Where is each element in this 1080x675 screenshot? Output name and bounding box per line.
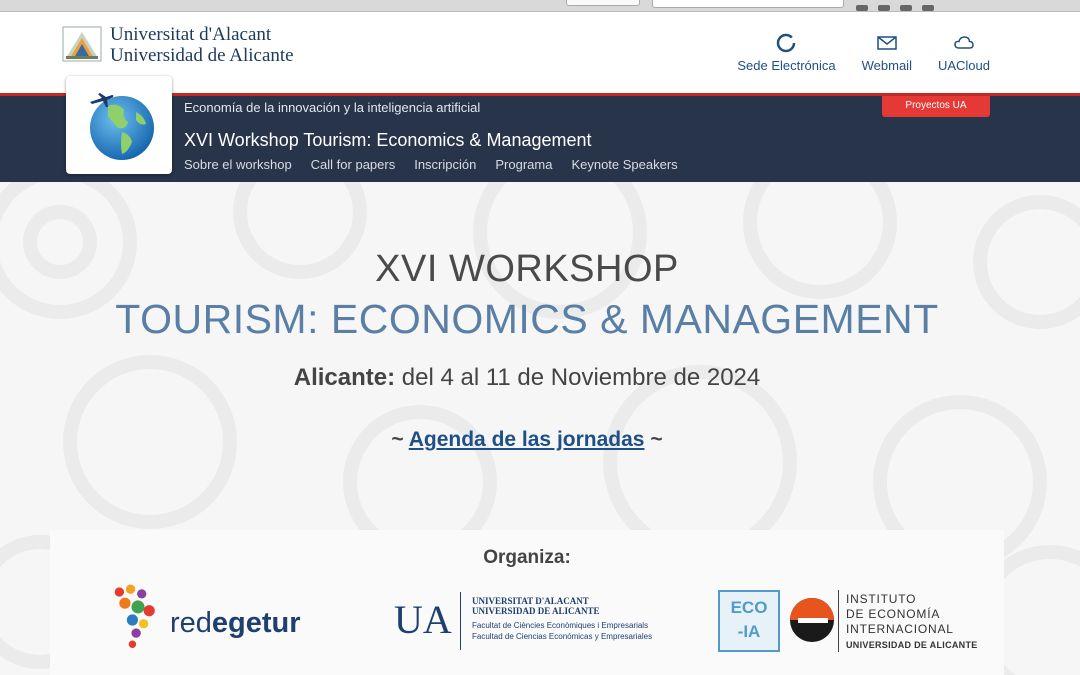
university-name-ca: Universitat d'Alacant bbox=[110, 24, 272, 45]
university-name[interactable]: Universitat d'Alacant Universidad de Ali… bbox=[110, 24, 294, 66]
dates-text: del 4 al 11 de Noviembre de 2024 bbox=[395, 364, 761, 391]
ua-logo-icon[interactable] bbox=[62, 26, 102, 62]
uacloud-link[interactable]: UACloud bbox=[938, 32, 990, 73]
ua-faculty-es: Facultad de Ciencias Económicas y Empres… bbox=[472, 632, 653, 641]
agenda-prefix: ~ bbox=[391, 428, 409, 451]
mail-icon bbox=[877, 36, 897, 50]
iei-line1: INSTITUTO bbox=[846, 592, 917, 606]
browser-toolbar-icons[interactable] bbox=[856, 0, 996, 11]
eco-ia-line1: ECO bbox=[730, 598, 768, 617]
sede-electronica-link[interactable]: Sede Electrónica bbox=[737, 32, 836, 73]
nav-item-call-for-papers[interactable]: Call for papers bbox=[311, 157, 396, 172]
university-name-es: Universidad de Alicante bbox=[110, 45, 294, 66]
eco-ia-logo[interactable]: ECO -IA bbox=[718, 590, 780, 652]
redegetur-bold: egetur bbox=[211, 607, 301, 639]
site-subtitle: Economía de la innovación y la inteligen… bbox=[184, 100, 481, 115]
uacloud-label: UACloud bbox=[937, 58, 990, 73]
ua-name-es: UNIVERSIDAD DE ALICANTE bbox=[472, 606, 600, 616]
redegetur-prefix: red bbox=[170, 607, 212, 639]
place-label: Alicante: bbox=[293, 364, 396, 391]
nav-item-sobre[interactable]: Sobre el workshop bbox=[184, 157, 292, 172]
ua-faculty-logo[interactable]: UA UNIVERSITAT D'ALACANT UNIVERSIDAD DE … bbox=[394, 590, 684, 652]
iei-line2: DE ECONOMÍA bbox=[846, 607, 941, 621]
nav-item-inscripcion[interactable]: Inscripción bbox=[414, 157, 476, 172]
iei-line3: INTERNACIONAL bbox=[846, 622, 954, 636]
iei-name: INSTITUTO DE ECONOMÍA INTERNACIONAL bbox=[846, 592, 954, 637]
iei-logo[interactable]: INSTITUTO DE ECONOMÍA INTERNACIONAL UNIV… bbox=[788, 590, 988, 652]
sede-electronica-label: Sede Electrónica bbox=[737, 58, 836, 73]
nav-item-programa[interactable]: Programa bbox=[495, 157, 552, 172]
top-links: Sede Electrónica Webmail UACloud bbox=[737, 32, 990, 73]
ua-short: UA bbox=[394, 597, 452, 642]
webmail-link[interactable]: Webmail bbox=[862, 32, 912, 73]
proyectos-ua-button[interactable]: Proyectos UA bbox=[882, 96, 990, 117]
event-dates: Alicante: del 4 al 11 de Noviembre de 20… bbox=[0, 364, 1054, 392]
redegetur-logo[interactable]: redegetur bbox=[110, 582, 320, 662]
cloud-icon bbox=[954, 36, 974, 49]
iei-divider bbox=[838, 590, 839, 652]
hero-title-line2: TOURISM: ECONOMICS & MANAGEMENT bbox=[115, 296, 939, 342]
browser-chrome bbox=[0, 0, 1080, 12]
eco-ia-line2: -IA bbox=[737, 622, 761, 641]
browser-button[interactable] bbox=[566, 0, 640, 6]
hero-section: XVI WORKSHOP TOURISM: ECONOMICS & MANAGE… bbox=[0, 182, 1080, 675]
organiza-card: Organiza: redegetur UA UNIVERSITAT D'ALA… bbox=[50, 530, 1004, 675]
agenda-suffix: ~ bbox=[644, 428, 663, 451]
agenda-line: ~ Agenda de las jornadas ~ bbox=[0, 428, 1054, 452]
hero-title-line1: XVI WORKSHOP bbox=[375, 248, 679, 290]
redegetur-map-icon bbox=[114, 584, 155, 648]
organiza-label: Organiza: bbox=[483, 547, 571, 568]
workshop-logo[interactable] bbox=[66, 76, 172, 174]
ua-faculty-ca: Facultat de Ciències Econòmiques i Empre… bbox=[472, 621, 649, 630]
main-nav: Sobre el workshop Call for papers Inscri… bbox=[184, 157, 678, 172]
circle-icon bbox=[777, 33, 796, 53]
iei-university: UNIVERSIDAD DE ALICANTE bbox=[846, 640, 978, 650]
ua-names: UNIVERSITAT D'ALACANT UNIVERSIDAD DE ALI… bbox=[472, 596, 600, 616]
globe-icon bbox=[90, 93, 154, 160]
ua-divider bbox=[460, 592, 461, 650]
ua-faculty-names: Facultat de Ciències Econòmiques i Empre… bbox=[472, 620, 652, 642]
nav-item-keynote[interactable]: Keynote Speakers bbox=[571, 157, 677, 172]
agenda-link[interactable]: Agenda de las jornadas bbox=[409, 428, 645, 451]
iei-e-icon bbox=[790, 598, 834, 642]
ua-name-ca: UNIVERSITAT D'ALACANT bbox=[472, 596, 589, 606]
site-title[interactable]: XVI Workshop Tourism: Economics & Manage… bbox=[184, 130, 592, 151]
redegetur-text: redegetur bbox=[170, 607, 301, 640]
webmail-label: Webmail bbox=[861, 58, 912, 73]
browser-address-bar[interactable] bbox=[652, 0, 844, 8]
